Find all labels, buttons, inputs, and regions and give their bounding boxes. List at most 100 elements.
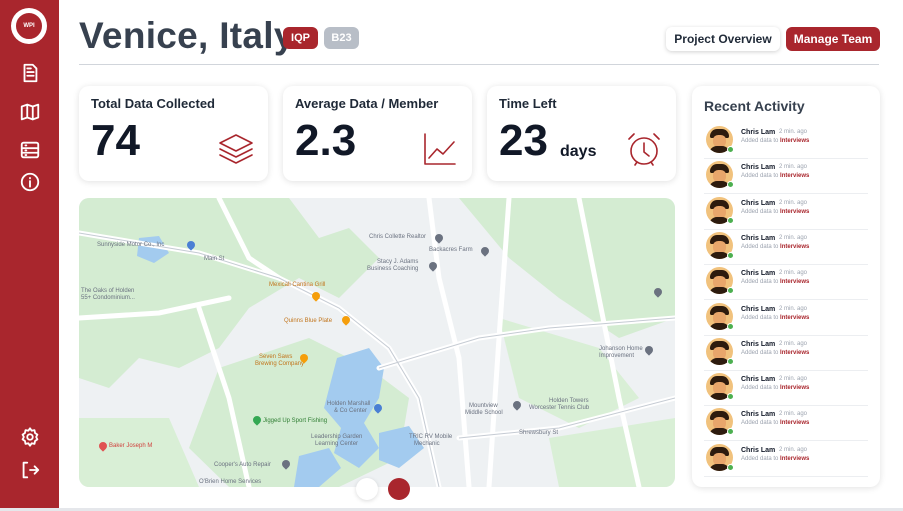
document-icon[interactable] [17, 60, 43, 86]
stat-value: 74 [91, 116, 140, 165]
activity-description: Added data to Interviews [741, 209, 809, 215]
university-seal-logo[interactable]: WPI [11, 8, 47, 44]
map-place-label[interactable]: Worcester Tennis Club [529, 405, 589, 411]
map-place-label[interactable]: Mechanic [414, 441, 440, 447]
map-view[interactable]: Sunnyside Motor Co., Inc Chris Collette … [79, 198, 675, 487]
activity-action-text: Added data to [741, 420, 779, 427]
map-place-label[interactable]: Chris Collette Realtor [369, 234, 426, 240]
map-place-label[interactable]: Learning Center [315, 441, 358, 447]
activity-target-link[interactable]: Interviews [780, 279, 809, 285]
project-overview-button[interactable]: Project Overview [666, 27, 780, 51]
map-place-label[interactable]: Brewing Company [255, 361, 304, 367]
map-place-label[interactable]: Quinns Blue Plate [284, 318, 332, 324]
stat-card-average-data: Average Data / Member 2.3 [283, 86, 472, 181]
activity-description: Added data to Interviews [741, 315, 809, 321]
stat-value: 2.3 [295, 116, 357, 165]
map-place-label[interactable]: Baker Joseph M [109, 443, 152, 449]
activity-timestamp: 2 min. ago [779, 411, 808, 418]
online-status-indicator [727, 463, 734, 471]
logout-icon[interactable] [17, 457, 43, 483]
online-status-indicator [727, 181, 734, 189]
activity-target-link[interactable]: Interviews [780, 244, 809, 250]
activity-description: Added data to Interviews [741, 138, 809, 144]
map-place-label[interactable]: 55+ Condominium... [81, 295, 135, 301]
map-place-label[interactable]: O'Brien Home Services [199, 479, 261, 485]
map-place-label[interactable]: Sunnyside Motor Co., Inc [97, 242, 164, 248]
activity-target-link[interactable]: Interviews [780, 385, 809, 391]
activity-user-name: Chris Lam [741, 164, 776, 172]
map-place-label[interactable]: Seven Saws [259, 354, 292, 360]
online-status-indicator [727, 428, 734, 436]
map-place-label[interactable]: Holden Towers [549, 398, 589, 404]
activity-target-link[interactable]: Interviews [780, 173, 809, 179]
map-place-label[interactable]: The Oaks of Holden [81, 288, 134, 294]
activity-description: Added data to Interviews [741, 244, 809, 250]
activity-item[interactable]: Chris Lam 2 min. ago Added data to Intervi… [704, 442, 868, 477]
activity-target-link[interactable]: Interviews [780, 138, 809, 144]
settings-icon[interactable] [17, 424, 43, 450]
manage-team-button[interactable]: Manage Team [786, 27, 880, 51]
map-place-label[interactable]: Cooper's Auto Repair [214, 462, 271, 468]
activity-item[interactable]: Chris Lam 2 min. ago Added data to Intervi… [704, 159, 868, 195]
activity-user-name: Chris Lam [741, 199, 776, 207]
activity-user-name: Chris Lam [741, 234, 776, 242]
activity-action-text: Added data to [741, 138, 779, 144]
activity-timestamp: 2 min. ago [779, 199, 808, 206]
map-place-label[interactable]: & Co Center [334, 408, 367, 414]
line-chart-icon [420, 129, 460, 169]
info-icon[interactable] [17, 169, 43, 195]
activity-item[interactable]: Chris Lam 2 min. ago Added data to Intervi… [704, 371, 868, 407]
map-place-label[interactable]: TRIC RV Mobile [409, 434, 452, 440]
activity-action-text: Added data to [741, 314, 779, 321]
layers-icon [216, 129, 256, 169]
activity-action-text: Added data to [741, 279, 779, 286]
map-place-label[interactable]: Leadership Garden [311, 434, 362, 440]
map-place-label[interactable]: Backacres Farm [429, 247, 473, 253]
carousel-dot[interactable] [356, 478, 378, 500]
map-place-label[interactable]: Jigged Up Sport Fishing [263, 418, 327, 424]
activity-item[interactable]: Chris Lam 2 min. ago Added data to Intervi… [704, 406, 868, 442]
activity-user-name: Chris Lam [741, 129, 776, 136]
map-place-label[interactable]: Improvement [599, 353, 634, 359]
activity-target-link[interactable]: Interviews [780, 420, 809, 426]
map-place-label[interactable]: Business Coaching [367, 266, 418, 272]
activity-action-text: Added data to [741, 455, 779, 462]
activity-item[interactable]: Chris Lam 2 min. ago Added data to Intervi… [704, 265, 868, 301]
online-status-indicator [727, 216, 734, 224]
stat-title: Time Left [499, 96, 557, 111]
activity-user-name: Chris Lam [741, 305, 776, 313]
page-title: Venice, Italy [79, 15, 295, 56]
map-canvas [79, 198, 675, 487]
online-status-indicator [727, 287, 734, 295]
activity-target-link[interactable]: Interviews [780, 456, 809, 462]
map-place-label[interactable]: Mexicali Cantina Grill [269, 282, 325, 288]
activity-target-link[interactable]: Interviews [780, 315, 809, 321]
stat-value: 23 [499, 116, 548, 165]
activity-target-link[interactable]: Interviews [780, 209, 809, 215]
seal-emblem: WPI [14, 11, 44, 41]
stat-card-total-data: Total Data Collected 74 [79, 86, 268, 181]
activity-item[interactable]: Chris Lam 2 min. ago Added data to Intervi… [704, 124, 868, 159]
map-place-label[interactable]: Holden Marshall [327, 401, 370, 407]
map-icon[interactable] [17, 99, 43, 125]
database-icon[interactable] [17, 137, 43, 163]
map-place-label[interactable]: Johanson Home [599, 346, 643, 352]
map-place-label[interactable]: Middle School [465, 410, 503, 416]
activity-item[interactable]: Chris Lam 2 min. ago Added data to Intervi… [704, 301, 868, 336]
activity-description: Added data to Interviews [741, 350, 809, 356]
activity-item[interactable]: Chris Lam 2 min. ago Added data to Intervi… [704, 195, 868, 230]
online-status-indicator [727, 146, 734, 153]
map-place-label[interactable]: Stacy J. Adams [377, 259, 418, 265]
activity-timestamp: 2 min. ago [779, 234, 808, 241]
activity-target-link[interactable]: Interviews [780, 350, 809, 356]
activity-item[interactable]: Chris Lam 2 min. ago Added data to Intervi… [704, 230, 868, 265]
activity-item[interactable]: Chris Lam 2 min. ago Added data to Intervi… [704, 336, 868, 371]
map-place-label[interactable]: Mountview [469, 403, 498, 409]
activity-timestamp: 2 min. ago [779, 340, 808, 347]
stat-card-time-left: Time Left 23 days [487, 86, 676, 181]
activity-user-name: Chris Lam [741, 340, 776, 348]
online-status-indicator [727, 322, 734, 330]
online-status-indicator [727, 393, 734, 401]
term-badge: B23 [324, 27, 359, 49]
carousel-dot-active[interactable] [388, 478, 410, 500]
